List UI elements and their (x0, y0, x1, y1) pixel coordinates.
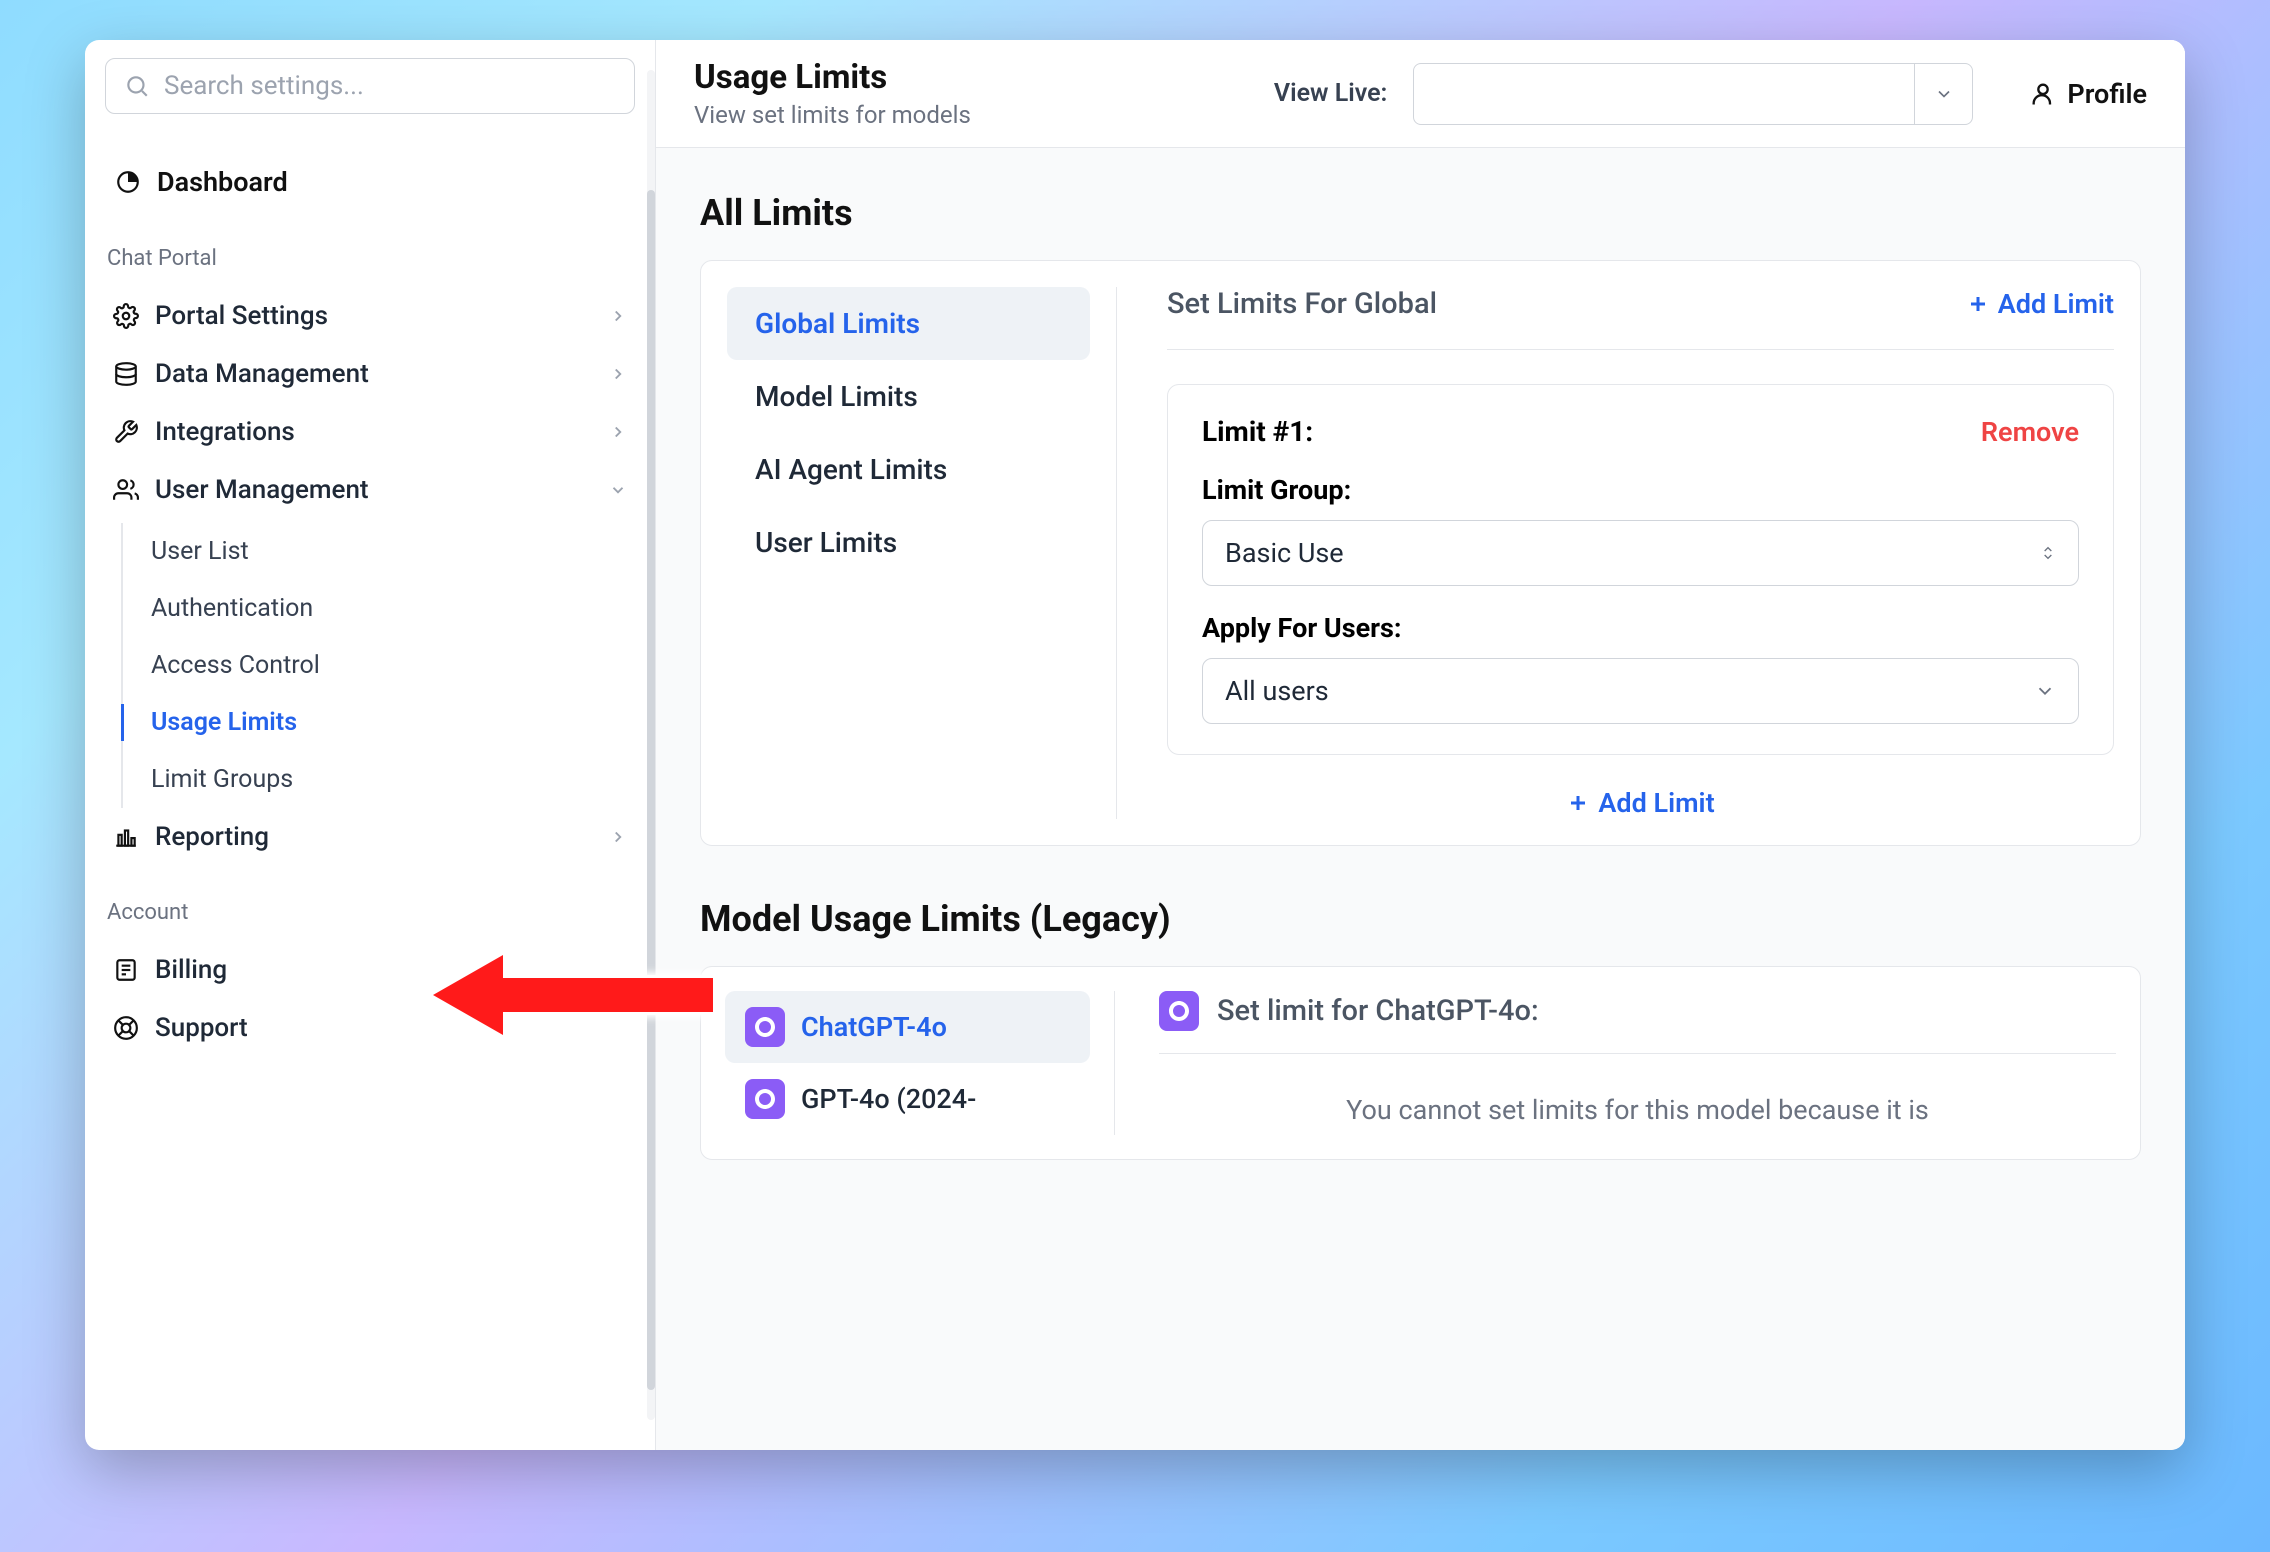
chevron-down-icon (1914, 64, 1972, 124)
tab-global-limits[interactable]: Global Limits (727, 287, 1090, 360)
nav-sub-usage-limits[interactable]: Usage Limits (123, 694, 635, 751)
nav-reporting-label: Reporting (155, 822, 269, 852)
limit-group-label: Limit Group: (1202, 474, 2079, 506)
legacy-body: Set limit for ChatGPT-4o: You cannot set… (1115, 991, 2116, 1135)
profile-link[interactable]: Profile (2029, 78, 2147, 110)
gear-icon (113, 303, 139, 329)
nav-sub-authentication[interactable]: Authentication (123, 580, 635, 637)
nav-billing-label: Billing (155, 955, 227, 985)
limits-body: Set Limits For Global Add Limit Limit #1… (1117, 287, 2114, 819)
page-subtitle: View set limits for models (694, 101, 971, 129)
sidebar-scrollbar[interactable] (647, 70, 655, 1420)
dashboard-icon (115, 169, 141, 195)
legacy-message: You cannot set limits for this model bec… (1159, 1054, 2116, 1126)
legacy-tabs: ChatGPT-4o GPT-4o (2024- (725, 991, 1115, 1135)
nav-sub-access-control[interactable]: Access Control (123, 637, 635, 694)
plus-icon (1566, 791, 1590, 815)
remove-limit-button[interactable]: Remove (1981, 416, 2079, 448)
chevron-right-icon (609, 423, 627, 441)
user-management-submenu: User List Authentication Access Control … (121, 523, 635, 808)
user-icon (2029, 80, 2057, 108)
select-arrows-icon (2040, 543, 2056, 563)
add-limit-label: Add Limit (1998, 288, 2114, 320)
tab-user-limits[interactable]: User Limits (727, 506, 1090, 579)
legacy-tab-chatgpt4o-label: ChatGPT-4o (801, 1011, 947, 1043)
chevron-down-icon (609, 481, 627, 499)
legacy-header-text: Set limit for ChatGPT-4o: (1217, 994, 1539, 1028)
nav-sub-limit-groups[interactable]: Limit Groups (123, 751, 635, 808)
limit-group-select[interactable]: Basic Use (1202, 520, 2079, 586)
legacy-tab-gpt4o-2024-label: GPT-4o (2024- (801, 1083, 976, 1115)
bar-chart-icon (113, 824, 139, 850)
receipt-icon (113, 957, 139, 983)
sidebar: Dashboard Chat Portal Portal Settings Da… (85, 40, 655, 1450)
nav-integrations[interactable]: Integrations (105, 403, 635, 461)
profile-label: Profile (2067, 78, 2147, 110)
limits-tabs: Global Limits Model Limits AI Agent Limi… (727, 287, 1117, 819)
nav-support[interactable]: Support (105, 999, 635, 1057)
page-title-block: Usage Limits View set limits for models (694, 58, 971, 129)
openai-icon (745, 1007, 785, 1047)
tools-icon (113, 419, 139, 445)
chevron-right-icon (609, 307, 627, 325)
section-account-label: Account (105, 866, 635, 941)
nav-portal-settings-label: Portal Settings (155, 301, 328, 331)
life-buoy-icon (113, 1015, 139, 1041)
tab-model-limits[interactable]: Model Limits (727, 360, 1090, 433)
limits-header: Set Limits For Global (1167, 287, 1437, 321)
nav-reporting[interactable]: Reporting (105, 808, 635, 866)
openai-icon (1159, 991, 1199, 1031)
apply-users-label: Apply For Users: (1202, 612, 2079, 644)
apply-users-select[interactable]: All users (1202, 658, 2079, 724)
limit-group-value: Basic Use (1225, 537, 1344, 569)
openai-icon (745, 1079, 785, 1119)
search-settings-input[interactable] (105, 58, 635, 114)
add-limit-button-top[interactable]: Add Limit (1966, 288, 2114, 320)
nav-integrations-label: Integrations (155, 417, 295, 447)
nav-portal-settings[interactable]: Portal Settings (105, 287, 635, 345)
app-window: Dashboard Chat Portal Portal Settings Da… (85, 40, 2185, 1450)
content-scroll[interactable]: All Limits Global Limits Model Limits AI… (656, 148, 2185, 1450)
nav-user-management[interactable]: User Management (105, 461, 635, 519)
search-input-field[interactable] (164, 71, 616, 101)
database-icon (113, 361, 139, 387)
apply-users-value: All users (1225, 675, 1329, 707)
limit-card-1: Limit #1: Remove Limit Group: Basic Use … (1167, 384, 2114, 755)
legacy-tab-chatgpt4o[interactable]: ChatGPT-4o (725, 991, 1090, 1063)
nav-user-management-label: User Management (155, 475, 369, 505)
legacy-tab-gpt4o-2024[interactable]: GPT-4o (2024- (725, 1063, 1090, 1135)
main-area: Usage Limits View set limits for models … (655, 40, 2185, 1450)
page-title: Usage Limits (694, 58, 971, 97)
topbar: Usage Limits View set limits for models … (656, 40, 2185, 148)
nav-data-management-label: Data Management (155, 359, 369, 389)
search-icon (124, 73, 150, 99)
tab-agent-limits[interactable]: AI Agent Limits (727, 433, 1090, 506)
limit-card-title: Limit #1: (1202, 415, 1313, 448)
all-limits-title: All Limits (700, 192, 2141, 234)
nav-support-label: Support (155, 1013, 248, 1043)
chevron-right-icon (609, 365, 627, 383)
nav-dashboard-label: Dashboard (157, 166, 288, 198)
nav-sub-user-list[interactable]: User List (123, 523, 635, 580)
add-limit-bottom-label: Add Limit (1598, 787, 1714, 819)
nav-dashboard[interactable]: Dashboard (105, 152, 635, 212)
users-icon (113, 477, 139, 503)
view-live-select[interactable] (1413, 63, 1973, 125)
section-chat-portal-label: Chat Portal (105, 212, 635, 287)
all-limits-panel: Global Limits Model Limits AI Agent Limi… (700, 260, 2141, 846)
legacy-title: Model Usage Limits (Legacy) (700, 898, 2141, 940)
plus-icon (1966, 292, 1990, 316)
nav-billing[interactable]: Billing (105, 941, 635, 999)
add-limit-button-bottom[interactable]: Add Limit (1566, 787, 1714, 819)
legacy-panel: ChatGPT-4o GPT-4o (2024- Set lim (700, 966, 2141, 1160)
nav-data-management[interactable]: Data Management (105, 345, 635, 403)
view-live-label: View Live: (1274, 79, 1388, 108)
chevron-down-icon (2034, 680, 2056, 702)
chevron-right-icon (609, 828, 627, 846)
